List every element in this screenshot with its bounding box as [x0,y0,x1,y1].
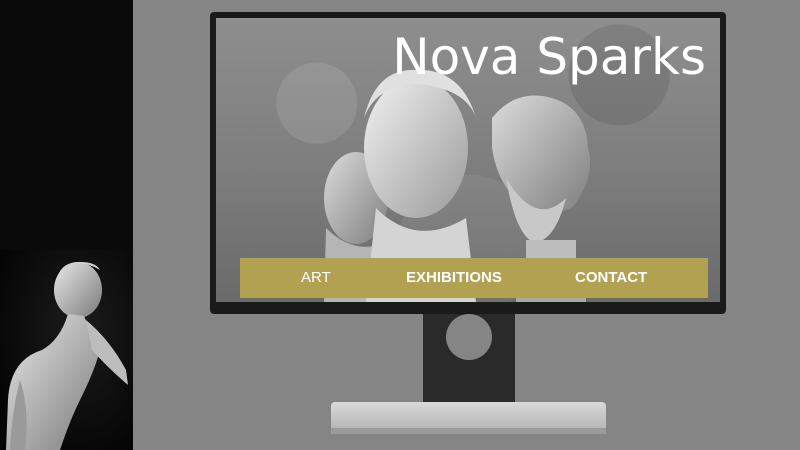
website-screen: Nova Sparks ART EXHIBITIONS CONTACT [216,18,720,302]
nav-link-art[interactable]: ART [301,270,331,286]
site-title: Nova Sparks [392,28,706,86]
statue-photo [0,250,133,450]
stand-cable-hole [446,314,492,360]
monitor: Nova Sparks ART EXHIBITIONS CONTACT [210,12,726,314]
monitor-base-edge [331,428,606,434]
nav-link-contact[interactable]: CONTACT [575,270,647,286]
left-panel [0,0,133,450]
statue-silhouette [6,262,128,450]
nav-bar: ART EXHIBITIONS CONTACT [240,258,708,298]
nav-link-exhibitions[interactable]: EXHIBITIONS [406,270,502,286]
